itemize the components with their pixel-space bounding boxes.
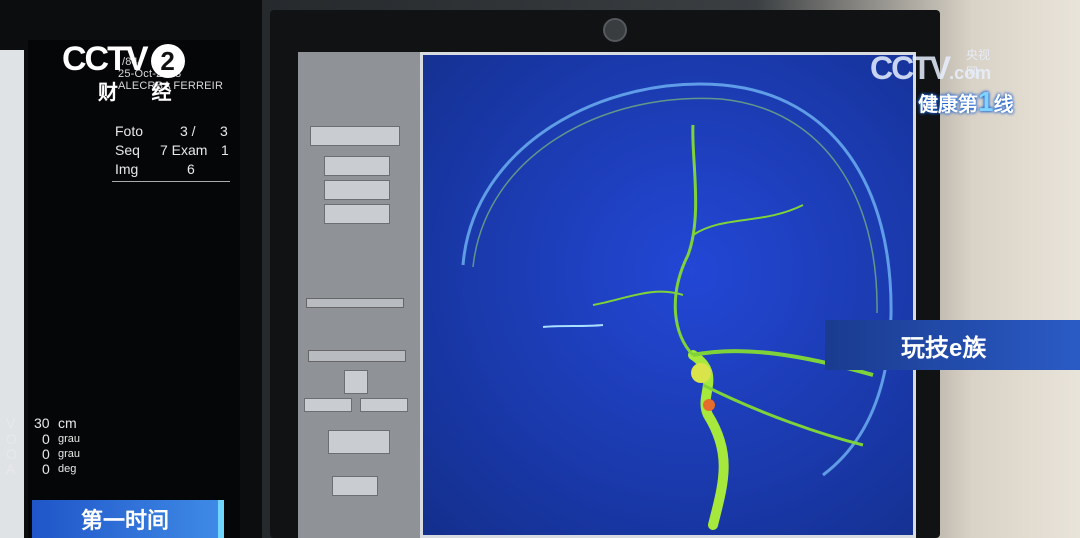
channel-number: 2	[150, 44, 185, 78]
param-4-unit: deg	[58, 463, 77, 475]
program-number: 1	[978, 86, 994, 117]
panel-button-4[interactable]	[324, 204, 390, 224]
panel-slider[interactable]	[306, 298, 404, 308]
program-name-right: 线	[993, 94, 1014, 116]
row-foto-value: 3 /	[180, 123, 196, 139]
param-4-value: 0	[42, 461, 50, 477]
row-foto-extra: 3	[220, 123, 228, 139]
param-4-prefix: A	[6, 461, 16, 477]
divider	[112, 181, 230, 182]
cctv-com-text: CCTV	[870, 50, 951, 86]
program-logo: 健康第1线	[918, 86, 1014, 118]
brain-vessel-image	[423, 55, 913, 535]
panel-scrollbar[interactable]	[308, 350, 406, 362]
cctv-logo-text: CCTV	[62, 40, 149, 78]
cctv-com-label: 央视网	[966, 48, 991, 79]
angiography-scan	[420, 52, 916, 538]
panel-rotate-button[interactable]	[344, 370, 368, 394]
monitor-camera	[603, 18, 627, 42]
panel-button-3[interactable]	[324, 180, 390, 200]
row-seq-extra: 1	[221, 142, 229, 158]
panel-button-6[interactable]	[360, 398, 408, 412]
panel-button-1[interactable]	[310, 126, 400, 146]
row-seq-label: Seq	[115, 142, 140, 158]
row-foto-label: Foto	[115, 123, 144, 139]
channel-name: 财 经	[98, 82, 186, 104]
panel-button-5[interactable]	[304, 398, 352, 412]
panel-dropdown[interactable]	[332, 476, 378, 496]
row-seq-value: 7 Exam	[160, 142, 208, 158]
panel-button-7[interactable]	[328, 430, 390, 454]
cctv-com-logo: CCTV.com 央视网	[870, 48, 991, 87]
segment-badge: 玩技e族	[825, 320, 1080, 370]
scanner-control-panel	[298, 52, 422, 538]
panel-button-2[interactable]	[324, 156, 390, 176]
program-name-left: 健康第	[918, 94, 978, 116]
row-img-label: Img	[115, 161, 139, 177]
lower-third-caption: 第一时间	[32, 500, 224, 538]
cctv2-logo: CCTV 2	[62, 40, 185, 79]
row-img-value: 6	[187, 161, 195, 177]
